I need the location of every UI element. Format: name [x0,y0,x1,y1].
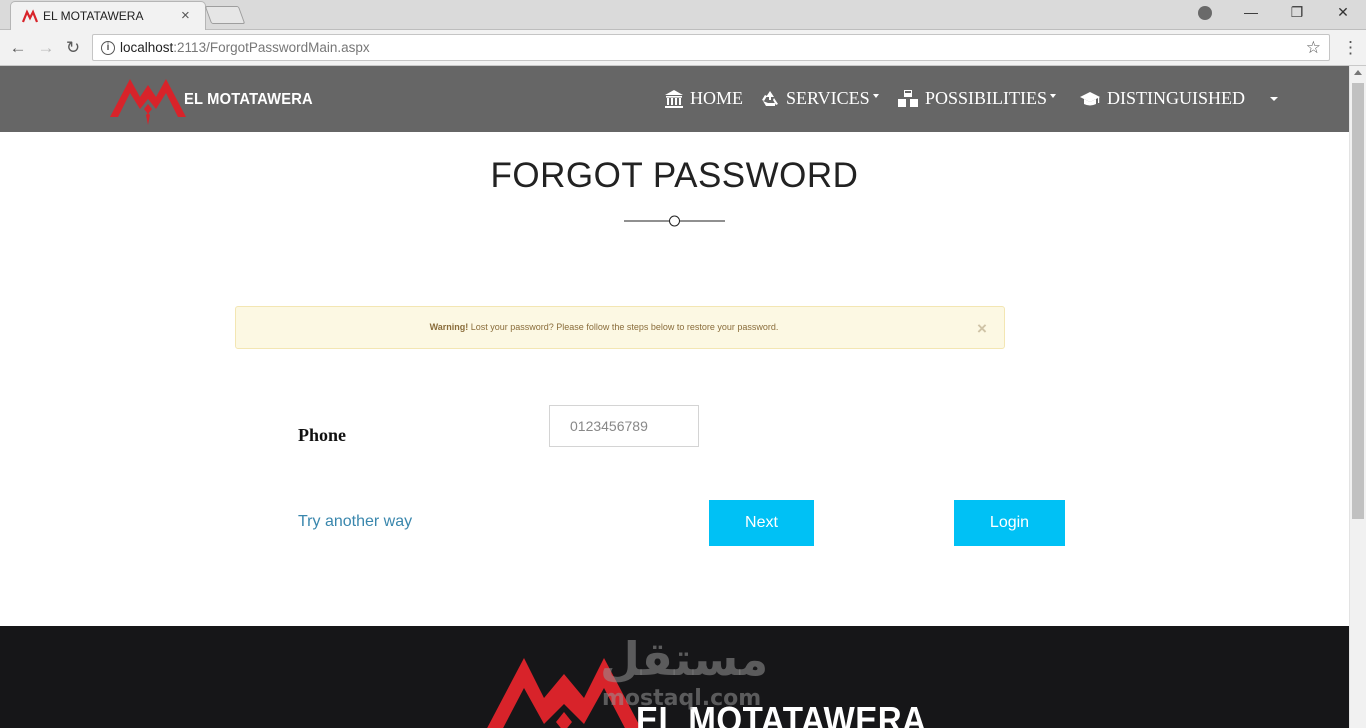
cubes-icon [898,89,918,107]
profile-icon[interactable] [1198,6,1212,20]
warning-alert: Warning! Lost your password? Please foll… [235,306,1005,349]
graduation-cap-icon [1080,91,1100,105]
phone-label: Phone [298,425,347,445]
watermark-url: mostaql.com [602,686,762,711]
nav-possibilities[interactable]: POSSIBILITIES [897,88,1057,109]
nav-possibilities-label: POSSIBILITIES [925,88,1048,108]
nav-distinguished-label: DISTINGUISHED [1107,88,1245,108]
alert-text: Lost your password? Please follow the st… [468,322,779,332]
restore-button[interactable]: ❐ [1274,4,1320,21]
login-button[interactable]: Login [954,500,1065,546]
back-button[interactable]: ← [8,38,28,58]
bank-icon [665,89,683,108]
page-viewport: EL MOTATAWERA HOME SERVICES POSSIBILITIE… [0,66,1366,728]
nav-services[interactable]: SERVICES [760,88,879,109]
new-tab-button[interactable] [204,6,246,24]
site-brand[interactable]: EL MOTATAWERA [184,91,313,109]
browser-tab[interactable]: EL MOTATAWERA × [10,1,206,30]
site-footer: EL MOTATAWERA مستقل mostaql.com [0,626,1349,728]
next-button[interactable]: Next [709,500,814,546]
more-dropdown-caret-icon[interactable] [1270,97,1278,101]
nav-services-label: SERVICES [786,88,870,108]
watermark-arabic: مستقل [600,632,769,686]
services-dropdown-caret-icon [872,93,879,98]
site-navbar: EL MOTATAWERA HOME SERVICES POSSIBILITIE… [0,66,1349,132]
browser-menu-icon[interactable]: ⋮ [1342,38,1359,58]
scroll-up-arrow-icon[interactable] [1354,70,1362,75]
nav-distinguished[interactable]: DISTINGUISHED [1079,88,1245,109]
url-host: localhost [120,40,174,55]
possibilities-dropdown-caret-icon [1050,93,1057,98]
scrollbar-thumb[interactable] [1352,83,1364,519]
url-path: :2113/ForgotPasswordMain.aspx [173,40,370,55]
site-info-icon[interactable]: i [101,41,115,55]
page-scrollbar[interactable] [1349,66,1366,728]
try-another-way-link[interactable]: Try another way [298,513,412,531]
alert-strong: Warning! [429,322,469,332]
tab-close-icon[interactable]: × [181,7,190,24]
address-bar[interactable]: i localhost:2113/ForgotPasswordMain.aspx… [92,34,1330,61]
phone-input[interactable] [549,405,699,447]
browser-toolbar: ← → ↻ i localhost:2113/ForgotPasswordMai… [0,30,1366,66]
recycle-icon [762,90,778,106]
bookmark-star-icon[interactable]: ☆ [1306,38,1321,58]
tab-title: EL MOTATAWERA [43,9,144,23]
browser-tab-bar: EL MOTATAWERA × — ❐ ✕ [0,0,1366,30]
minimize-button[interactable]: — [1228,4,1274,20]
nav-home[interactable]: HOME [664,88,743,109]
site-favicon-icon [22,9,38,23]
alert-message: Warning! Lost your password? Please foll… [236,322,972,332]
url-text[interactable]: localhost:2113/ForgotPasswordMain.aspx [120,40,370,55]
reload-button[interactable]: ↻ [63,38,83,58]
title-divider [624,215,725,227]
forward-button[interactable]: → [36,38,56,58]
close-window-button[interactable]: ✕ [1320,4,1366,21]
site-logo-icon[interactable] [108,73,188,125]
page-title: FORGOT PASSWORD [490,156,859,195]
nav-home-label: HOME [690,88,743,108]
alert-close-icon[interactable]: × [977,319,987,339]
